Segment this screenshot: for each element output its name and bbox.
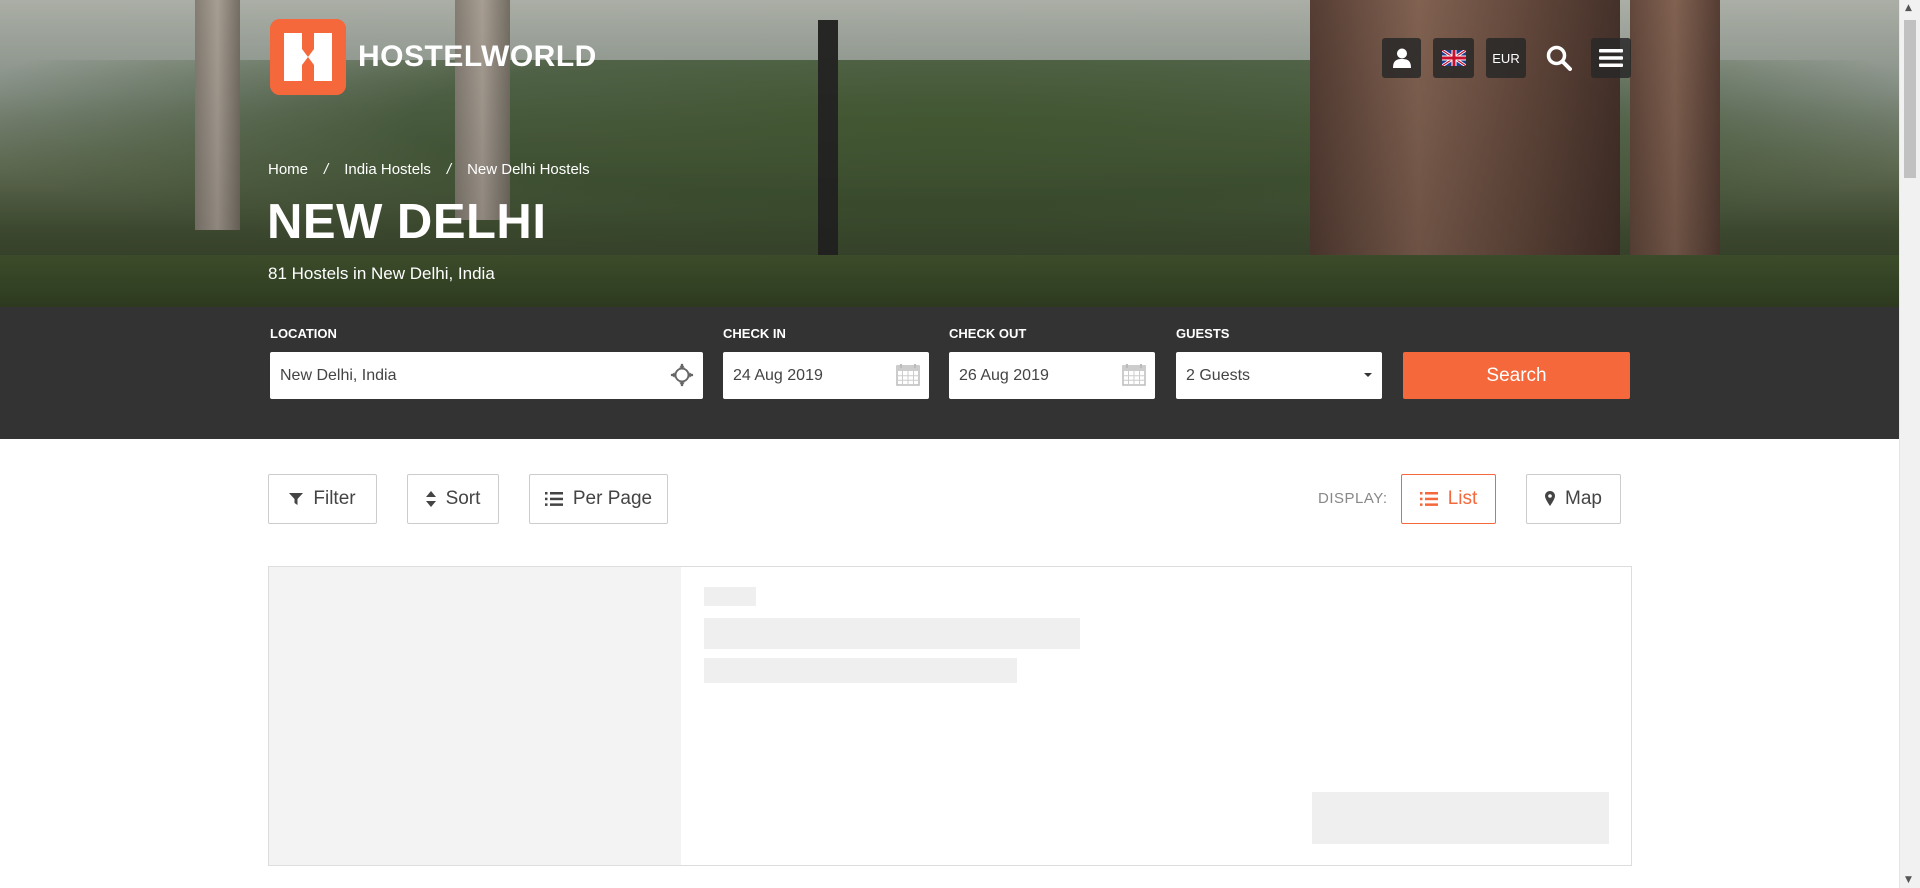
page-title: NEW DELHI — [267, 195, 547, 249]
list-view-button[interactable]: List — [1401, 474, 1496, 524]
checkout-field[interactable]: 26 Aug 2019 — [949, 352, 1155, 399]
checkin-field[interactable]: 24 Aug 2019 — [723, 352, 929, 399]
user-icon — [1392, 48, 1411, 68]
hostelworld-logo[interactable]: HOSTELWORLD — [270, 19, 597, 95]
breadcrumb-separator: / — [446, 161, 452, 178]
checkin-value: 24 Aug 2019 — [733, 366, 823, 384]
location-field[interactable]: New Delhi, India — [270, 352, 703, 399]
user-account-button[interactable] — [1382, 38, 1421, 78]
calendar-icon — [1122, 364, 1146, 386]
filter-icon — [289, 492, 304, 506]
location-value: New Delhi, India — [280, 366, 397, 384]
breadcrumb: Home / India Hostels / New Delhi Hostels — [268, 161, 590, 178]
dropdown-arrow-icon — [1364, 373, 1372, 377]
header-search-button[interactable] — [1538, 38, 1579, 78]
list-numbered-icon — [544, 491, 563, 507]
skeleton-price-box — [1312, 792, 1609, 844]
checkin-label: CHECK IN — [723, 326, 786, 341]
sort-label: Sort — [445, 488, 481, 509]
location-label: LOCATION — [270, 326, 337, 341]
map-view-label: Map — [1565, 488, 1602, 509]
search-icon — [1546, 45, 1572, 71]
skeleton-line — [704, 658, 1017, 683]
main-menu-button[interactable] — [1591, 38, 1631, 78]
guests-value: 2 Guests — [1186, 366, 1251, 384]
uk-flag-icon — [1441, 50, 1466, 66]
breadcrumb-separator: / — [324, 161, 329, 178]
list-view-label: List — [1447, 488, 1478, 509]
scroll-up-icon[interactable]: ▲ — [1905, 3, 1912, 13]
list-icon — [1419, 491, 1438, 507]
map-view-button[interactable]: Map — [1526, 474, 1621, 524]
language-button[interactable] — [1433, 38, 1474, 78]
sort-button[interactable]: Sort — [407, 474, 499, 524]
hostel-image-placeholder — [269, 567, 681, 865]
brand-name: HOSTELWORLD — [358, 40, 597, 73]
sort-icon — [425, 491, 436, 507]
scrollbar-thumb[interactable] — [1904, 20, 1916, 178]
search-button[interactable]: Search — [1403, 352, 1630, 399]
crosshair-icon[interactable] — [669, 363, 695, 387]
filter-button[interactable]: Filter — [268, 474, 377, 524]
map-pin-icon — [1545, 491, 1556, 507]
skeleton-line — [704, 618, 1080, 649]
filter-label: Filter — [313, 488, 356, 509]
calendar-icon — [896, 364, 920, 386]
page-scrollbar[interactable]: ▲ ▼ — [1899, 0, 1920, 888]
page-subtitle: 81 Hostels in New Delhi, India — [268, 264, 495, 283]
breadcrumb-new-delhi-hostels[interactable]: New Delhi Hostels — [467, 161, 590, 178]
per-page-button[interactable]: Per Page — [529, 474, 668, 524]
guests-select[interactable]: 2 Guests — [1176, 352, 1382, 399]
breadcrumb-india-hostels[interactable]: India Hostels — [344, 161, 431, 178]
checkout-value: 26 Aug 2019 — [959, 366, 1049, 384]
display-label: DISPLAY: — [1318, 490, 1388, 507]
hostel-card-skeleton — [268, 566, 1632, 866]
menu-icon — [1599, 49, 1623, 67]
per-page-label: Per Page — [572, 488, 653, 509]
breadcrumb-home[interactable]: Home — [268, 161, 308, 178]
scroll-down-icon[interactable]: ▼ — [1905, 875, 1912, 885]
guests-label: GUESTS — [1176, 326, 1230, 341]
currency-button[interactable]: EUR — [1486, 38, 1526, 78]
skeleton-line — [704, 587, 756, 606]
checkout-label: CHECK OUT — [949, 326, 1027, 341]
logo-mark-icon — [270, 19, 346, 95]
